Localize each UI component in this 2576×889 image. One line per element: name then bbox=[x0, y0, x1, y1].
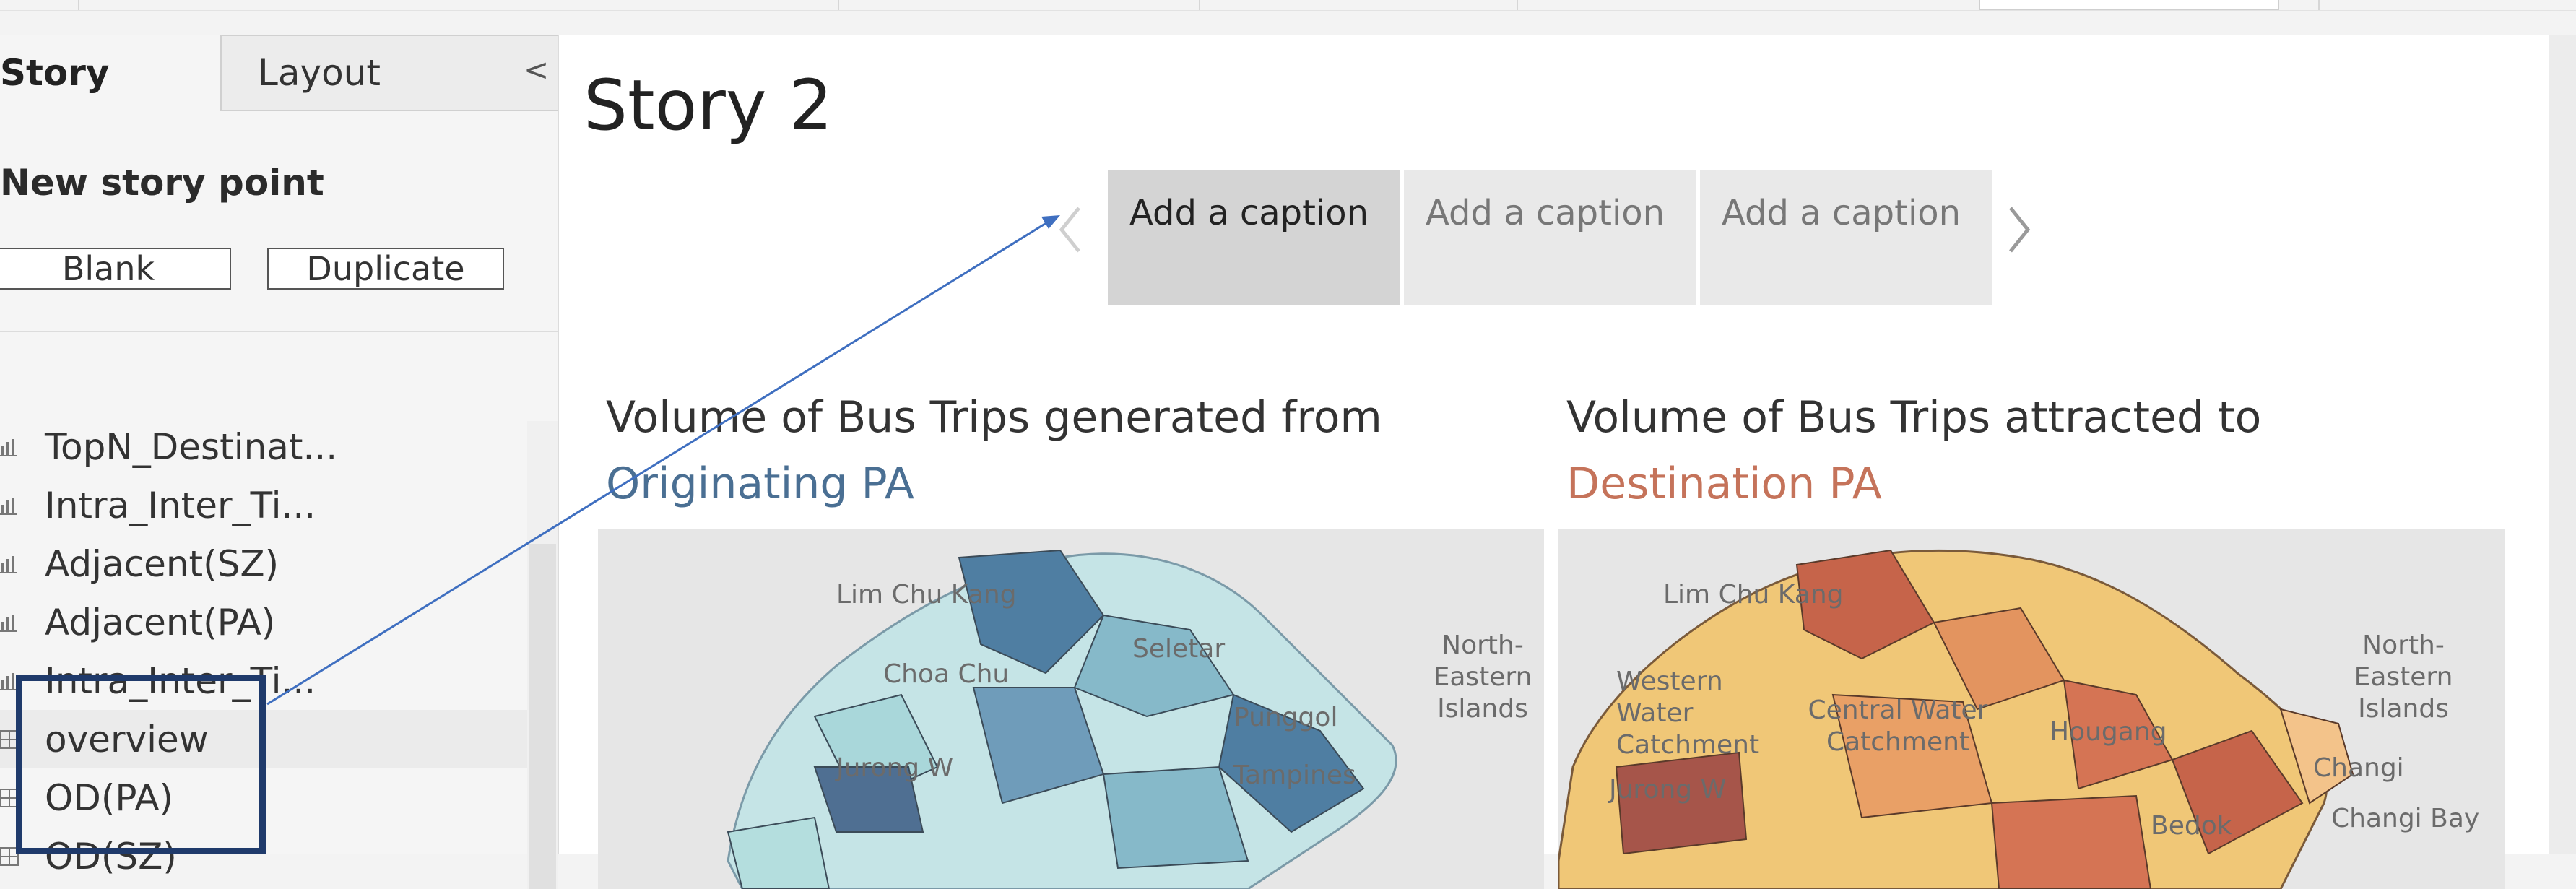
annotation-arrow bbox=[266, 215, 1060, 706]
